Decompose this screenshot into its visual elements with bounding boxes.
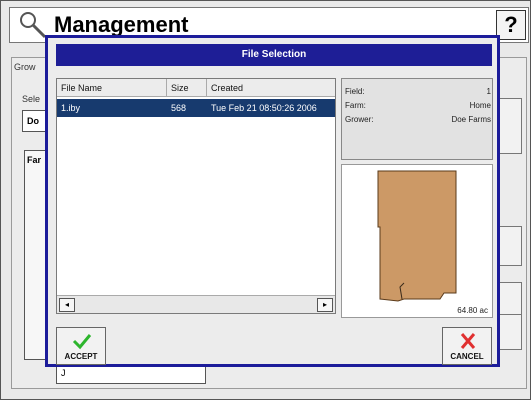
field-value: 1: [486, 87, 491, 96]
farm-tree-header: Far: [27, 155, 42, 165]
info-farm: Farm: Home: [345, 101, 491, 113]
column-created[interactable]: Created: [207, 79, 335, 97]
farm-value: Home: [469, 101, 491, 110]
help-button[interactable]: ?: [496, 10, 526, 40]
field-label: Field:: [345, 87, 365, 96]
accept-button[interactable]: ACCEPT: [56, 327, 106, 365]
info-field: Field: 1: [345, 87, 491, 99]
table-row[interactable]: 1.iby 568 Tue Feb 21 08:50:26 2006: [57, 99, 335, 117]
grower-tab-label[interactable]: Grow: [14, 62, 36, 72]
checkmark-icon: [72, 334, 92, 350]
grower-label: Grower:: [345, 115, 374, 124]
info-grower: Grower: Doe Farms: [345, 115, 491, 127]
horizontal-scrollbar[interactable]: ◂ ▸: [57, 295, 335, 313]
farm-label: Farm:: [345, 101, 366, 110]
file-list-header: File Name Size Created: [57, 79, 335, 97]
close-icon: [460, 333, 476, 349]
scroll-right-icon[interactable]: ▸: [317, 298, 333, 312]
select-label: Sele: [22, 94, 41, 104]
field-preview: 64.80 ac: [341, 164, 493, 318]
grower-value: Doe Farms: [451, 115, 491, 124]
cancel-button[interactable]: CANCEL: [442, 327, 492, 365]
wrench-icon: [20, 12, 47, 39]
row-size: 568: [171, 103, 187, 113]
field-area-label: 64.80 ac: [457, 306, 488, 315]
dialog-title: File Selection: [56, 44, 492, 66]
cancel-label: CANCEL: [450, 352, 484, 361]
column-file-name[interactable]: File Name: [57, 79, 167, 97]
field-info-panel: Field: 1 Farm: Home Grower: Doe Farms: [341, 78, 493, 160]
scroll-left-icon[interactable]: ◂: [59, 298, 75, 312]
row-file-name: 1.iby: [61, 103, 81, 113]
field-boundary-shape: [377, 170, 457, 302]
row-created: Tue Feb 21 08:50:26 2006: [211, 103, 317, 113]
column-size[interactable]: Size: [167, 79, 207, 97]
accept-label: ACCEPT: [64, 352, 98, 361]
file-selection-dialog: File Selection File Name Size Created 1.…: [45, 35, 500, 367]
file-list[interactable]: File Name Size Created 1.iby 568 Tue Feb…: [56, 78, 336, 314]
